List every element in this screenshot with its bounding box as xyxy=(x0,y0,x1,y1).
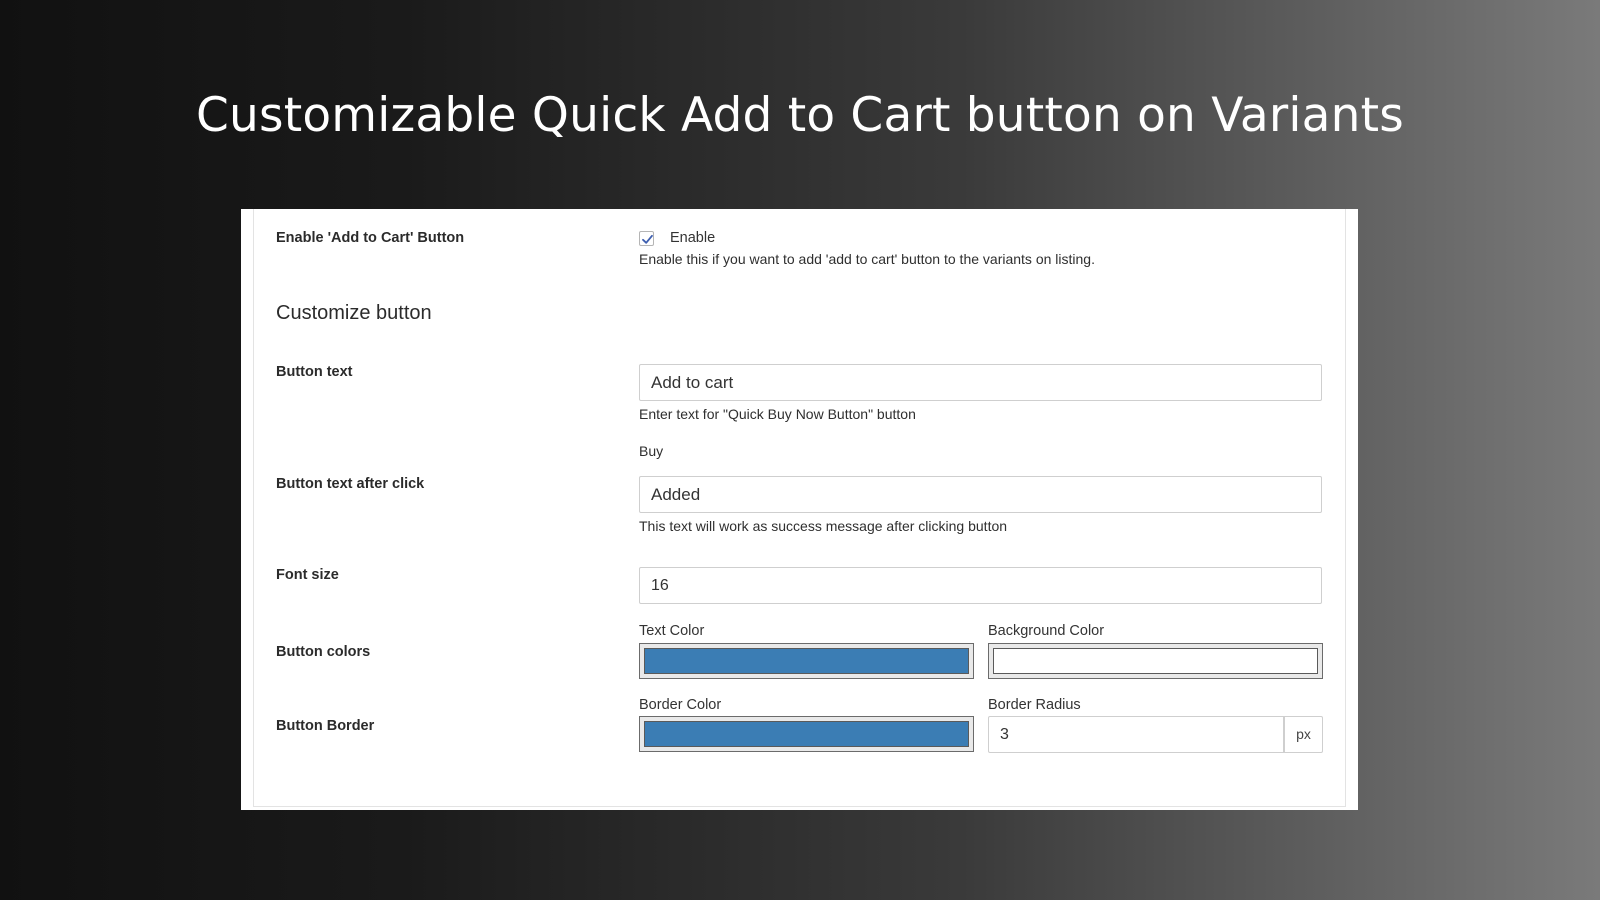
border-color-caption: Border Color xyxy=(639,697,722,713)
checkmark-icon xyxy=(642,234,653,244)
button-text-after-click-label: Button text after click xyxy=(276,476,425,492)
border-color-swatch-fill xyxy=(644,721,969,747)
text-color-picker[interactable] xyxy=(639,643,974,679)
text-color-swatch-fill xyxy=(644,648,969,674)
page-headline: Customizable Quick Add to Cart button on… xyxy=(196,88,1404,143)
button-text-after-click-input[interactable]: Added xyxy=(639,476,1322,513)
border-color-picker[interactable] xyxy=(639,716,974,752)
border-radius-unit: px xyxy=(1284,716,1323,753)
button-text-help: Enter text for "Quick Buy Now Button" bu… xyxy=(639,406,916,422)
enable-add-to-cart-label: Enable 'Add to Cart' Button xyxy=(276,230,465,246)
text-color-caption: Text Color xyxy=(639,623,705,639)
button-text-input[interactable]: Add to cart xyxy=(639,364,1322,401)
button-text-extra: Buy xyxy=(639,443,664,459)
customize-button-heading: Customize button xyxy=(276,302,432,324)
settings-panel: Enable 'Add to Cart' Button Enable Enabl… xyxy=(241,209,1358,810)
enable-checkbox-label[interactable]: Enable xyxy=(670,230,715,246)
enable-checkbox[interactable] xyxy=(639,231,654,246)
border-radius-caption: Border Radius xyxy=(988,697,1081,713)
background-color-swatch-fill xyxy=(993,648,1318,674)
button-colors-label: Button colors xyxy=(276,644,371,660)
background-color-caption: Background Color xyxy=(988,623,1105,639)
font-size-label: Font size xyxy=(276,567,339,583)
button-text-after-click-help: This text will work as success message a… xyxy=(639,518,1008,534)
enable-help-text: Enable this if you want to add 'add to c… xyxy=(639,251,1095,267)
font-size-input[interactable]: 16 xyxy=(639,567,1322,604)
background-color-picker[interactable] xyxy=(988,643,1323,679)
button-border-label: Button Border xyxy=(276,718,375,734)
border-radius-input[interactable]: 3 xyxy=(988,716,1284,753)
button-text-label: Button text xyxy=(276,364,353,380)
